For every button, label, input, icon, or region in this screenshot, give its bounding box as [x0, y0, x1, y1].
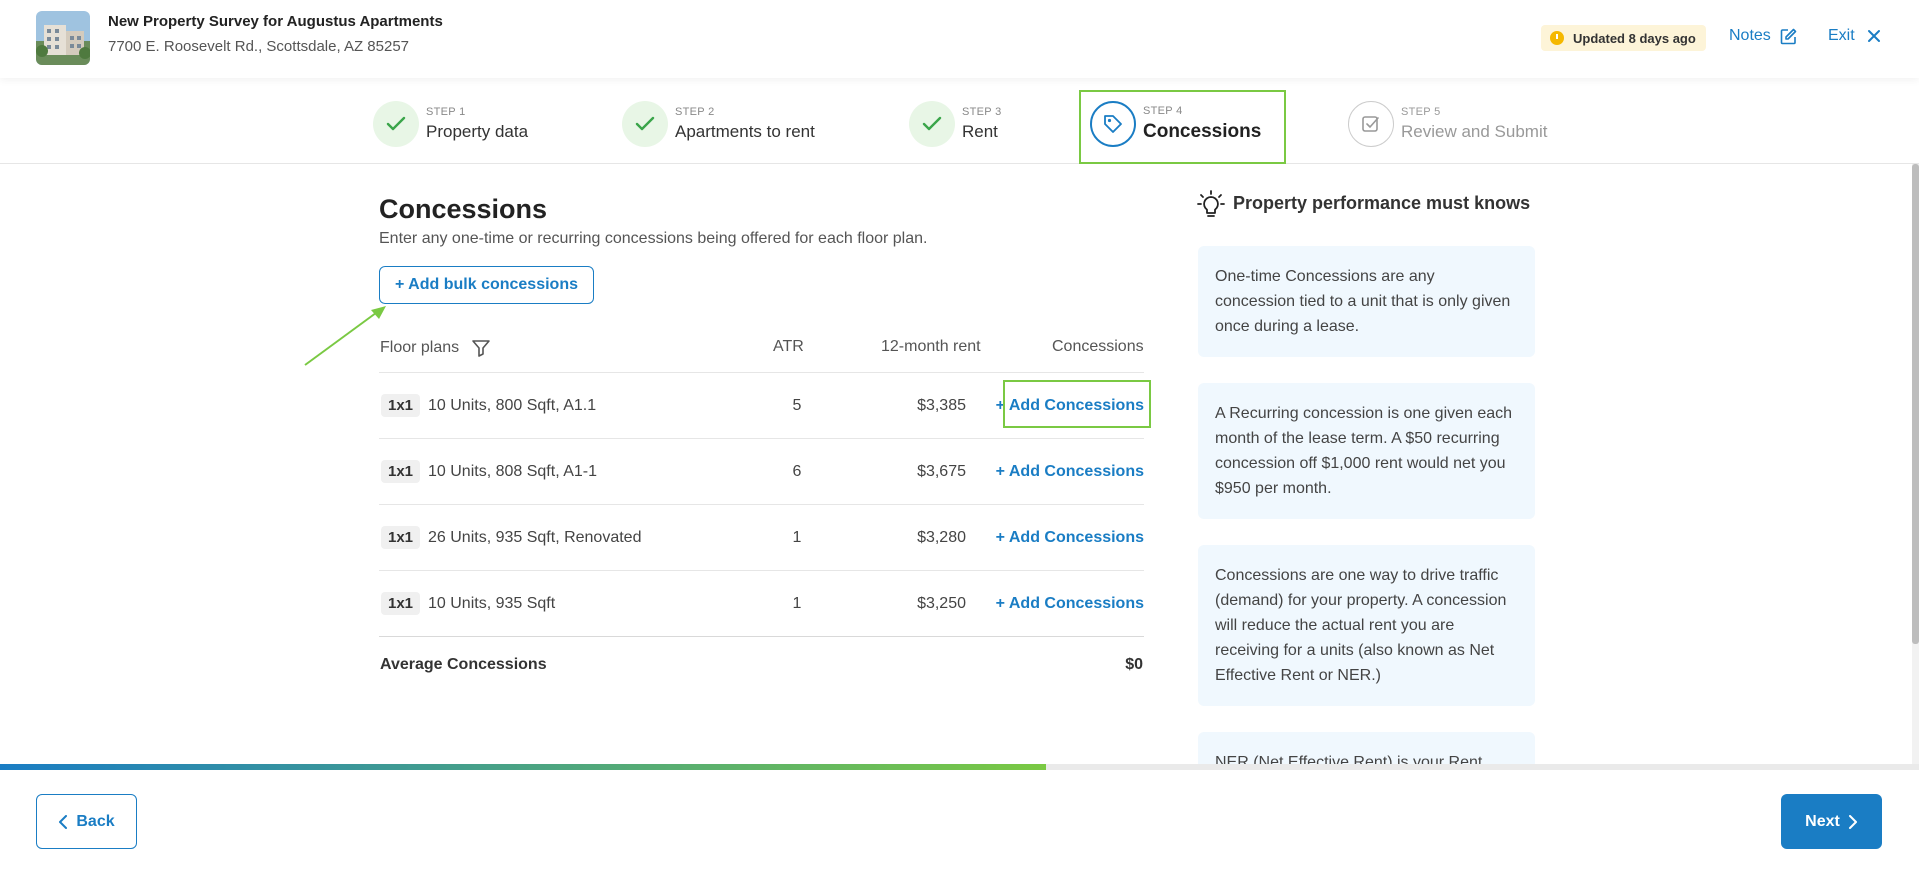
scrollbar-thumb[interactable]	[1912, 164, 1919, 644]
add-bulk-concessions-button[interactable]: + Add bulk concessions	[379, 266, 594, 304]
scrollbar[interactable]	[1912, 164, 1919, 764]
check-icon	[909, 101, 955, 147]
footer: Back Next	[0, 770, 1919, 869]
atr-value: 5	[792, 397, 802, 414]
property-thumbnail	[36, 11, 90, 65]
step-property-data[interactable]: STEP 1 Property data	[373, 101, 528, 147]
step-label: Apartments to rent	[675, 122, 815, 141]
add-concessions-highlight	[1003, 380, 1151, 428]
clock-icon	[1550, 31, 1564, 45]
unit-type-tag: 1x1	[381, 592, 421, 615]
updated-badge-text: Updated 8 days ago	[1573, 30, 1696, 46]
checkbox-edit-icon	[1348, 101, 1394, 147]
tip-card: One-time Concessions are any concession …	[1198, 246, 1535, 357]
column-header-concessions: Concessions	[1052, 338, 1144, 355]
step-review-and-submit[interactable]: STEP 5 Review and Submit	[1348, 101, 1547, 147]
page-subtitle: Enter any one-time or recurring concessi…	[379, 230, 928, 247]
chevron-right-icon	[1848, 814, 1857, 829]
atr-value: 6	[792, 463, 802, 480]
floor-plan-description: 10 Units, 800 Sqft, A1.1	[428, 397, 597, 414]
rent-value: $3,280	[917, 529, 966, 546]
exit-label: Exit	[1828, 27, 1855, 44]
notes-label: Notes	[1729, 27, 1771, 44]
average-concessions-value: $0	[1125, 656, 1143, 673]
close-icon	[1867, 30, 1880, 42]
step-rent[interactable]: STEP 3 Rent	[909, 101, 1002, 147]
edit-icon	[1780, 28, 1797, 44]
column-header-floor-plans: Floor plans	[380, 338, 491, 358]
average-concessions-label: Average Concessions	[380, 656, 547, 673]
next-button[interactable]: Next	[1781, 794, 1882, 849]
active-step-highlight	[1079, 90, 1286, 164]
unit-type-tag: 1x1	[381, 526, 421, 549]
floor-plan-description: 10 Units, 808 Sqft, A1-1	[428, 463, 597, 480]
rent-value: $3,250	[917, 595, 966, 612]
step-number: STEP 5	[1401, 106, 1441, 118]
step-label: Property data	[426, 122, 529, 141]
table-row: 1x1 10 Units, 935 Sqft 1 $3,250 + Add Co…	[379, 570, 1144, 636]
tip-card: NER (Net Effective Rent) is your Rent	[1198, 732, 1535, 766]
unit-type-tag: 1x1	[381, 394, 421, 417]
divider	[379, 636, 1144, 637]
step-label: Rent	[962, 122, 998, 141]
tip-card: Concessions are one way to drive traffic…	[1198, 545, 1535, 706]
tip-card: A Recurring concession is one given each…	[1198, 383, 1535, 519]
top-header: New Property Survey for Augustus Apartme…	[0, 0, 1919, 78]
step-indicator: STEP 1 Property data STEP 2 Apartments t…	[0, 78, 1919, 164]
tips-title: Property performance must knows	[1233, 193, 1531, 213]
rent-value: $3,385	[917, 397, 966, 414]
step-label: Review and Submit	[1401, 122, 1548, 141]
atr-value: 1	[792, 595, 802, 612]
back-button[interactable]: Back	[36, 794, 137, 849]
floor-plan-description: 10 Units, 935 Sqft	[428, 595, 556, 612]
step-apartments-to-rent[interactable]: STEP 2 Apartments to rent	[622, 101, 815, 147]
atr-value: 1	[792, 529, 802, 546]
page-title: Concessions	[379, 194, 548, 224]
add-concessions-button[interactable]: + Add Concessions	[996, 463, 1144, 481]
back-label: Back	[76, 812, 115, 830]
lightbulb-icon	[1197, 190, 1225, 217]
filter-icon[interactable]	[471, 338, 491, 358]
column-header-atr: ATR	[773, 338, 804, 355]
step-number: STEP 3	[962, 106, 1002, 118]
table-row: 1x1 26 Units, 935 Sqft, Renovated 1 $3,2…	[379, 504, 1144, 570]
rent-value: $3,675	[917, 463, 966, 480]
column-header-rent: 12-month rent	[881, 338, 981, 355]
chevron-left-icon	[59, 814, 68, 829]
notes-link[interactable]: Notes	[1729, 27, 1797, 45]
survey-title: New Property Survey for Augustus Apartme…	[108, 13, 443, 30]
add-concessions-button[interactable]: + Add Concessions	[996, 595, 1144, 613]
floor-plan-description: 26 Units, 935 Sqft, Renovated	[428, 529, 642, 546]
exit-link[interactable]: Exit	[1828, 27, 1881, 45]
table-row: 1x1 10 Units, 808 Sqft, A1-1 6 $3,675 + …	[379, 438, 1144, 504]
unit-type-tag: 1x1	[381, 460, 421, 483]
updated-badge: Updated 8 days ago	[1541, 25, 1706, 51]
step-number: STEP 1	[426, 106, 466, 118]
pointer-arrow-annotation	[304, 306, 386, 366]
check-icon	[622, 101, 668, 147]
floor-plans-label: Floor plans	[380, 339, 460, 356]
check-icon	[373, 101, 419, 147]
step-number: STEP 2	[675, 106, 715, 118]
property-address: 7700 E. Roosevelt Rd., Scottsdale, AZ 85…	[108, 38, 410, 55]
next-label: Next	[1805, 812, 1840, 830]
tip-card-clip: NER (Net Effective Rent) is your Rent	[1198, 732, 1535, 766]
add-concessions-button[interactable]: + Add Concessions	[996, 529, 1144, 547]
